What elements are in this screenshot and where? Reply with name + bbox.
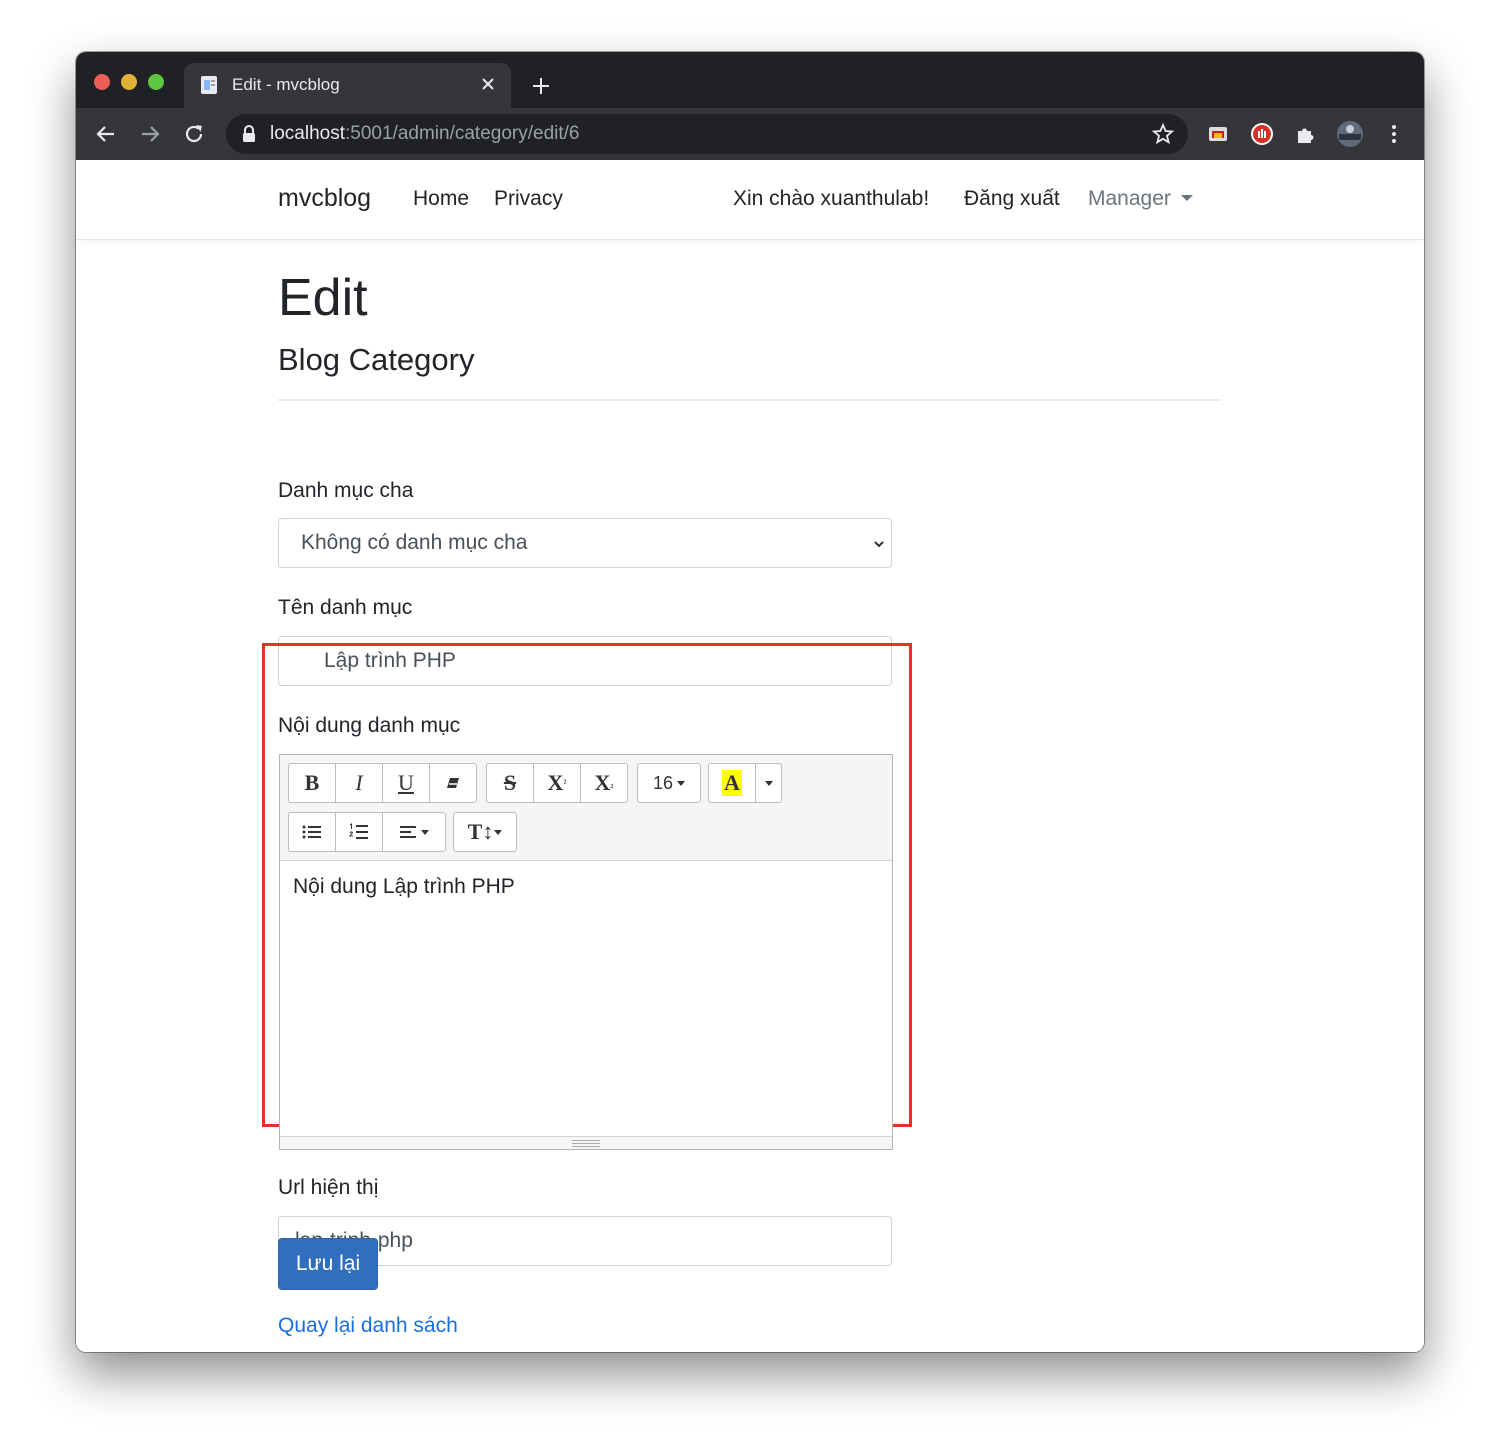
page-icon [201, 76, 217, 94]
bookmark-star-icon[interactable] [1152, 123, 1174, 145]
color-button-group: A [708, 763, 782, 803]
parent-category-select[interactable]: Không có danh mục cha [278, 518, 892, 568]
tab-title: Edit - mvcblog [232, 75, 340, 94]
page-title: Edit [278, 269, 368, 327]
bold-button[interactable]: B [288, 763, 336, 803]
chevron-down-icon [874, 541, 884, 548]
category-name-label: Tên danh mục [278, 596, 413, 619]
manager-dropdown[interactable]: Manager [1088, 187, 1193, 211]
maximize-window-button[interactable] [148, 74, 164, 90]
brand-link[interactable]: mvcblog [278, 184, 371, 213]
back-to-list-link[interactable]: Quay lại danh sách [278, 1314, 458, 1338]
caret-down-icon [677, 780, 686, 786]
reload-icon[interactable] [182, 122, 206, 146]
cast-extension-icon[interactable] [1206, 122, 1230, 146]
editor-content-area[interactable]: Nội dung Lập trình PHP [293, 875, 515, 899]
page-subtitle: Blog Category [278, 342, 475, 377]
puzzle-extensions-icon[interactable] [1294, 122, 1318, 146]
browser-toolbar: localhost:5001/admin/category/edit/6 [76, 108, 1424, 160]
caret-down-icon [764, 780, 773, 786]
italic-button[interactable]: I [335, 763, 383, 803]
kebab-menu-icon[interactable] [1382, 122, 1406, 146]
line-height-dropdown[interactable]: T↕ [453, 812, 517, 852]
unordered-list-button[interactable] [288, 812, 336, 852]
script-button-group: S X² X₂ [486, 763, 628, 803]
url-label: Url hiện thị [278, 1176, 379, 1199]
editor-toolbar: B I U S X² X₂ 16 A T↕ [280, 755, 892, 861]
save-button[interactable]: Lưu lại [278, 1238, 378, 1290]
site-navbar: mvcblog Home Privacy Xin chào xuanthulab… [76, 160, 1424, 240]
parent-category-label: Danh mục cha [278, 479, 414, 502]
back-arrow-icon[interactable] [94, 122, 118, 146]
page-content: mvcblog Home Privacy Xin chào xuanthulab… [76, 160, 1424, 1352]
forward-arrow-icon[interactable] [138, 122, 162, 146]
profile-avatar[interactable] [1336, 120, 1364, 148]
font-size-dropdown[interactable]: 16 [637, 763, 701, 803]
align-dropdown-button[interactable] [382, 812, 446, 852]
eraser-button[interactable] [429, 763, 477, 803]
divider [278, 399, 1222, 401]
category-content-label: Nội dung danh mục [278, 714, 461, 737]
minimize-window-button[interactable] [121, 74, 137, 90]
ordered-list-button[interactable] [335, 812, 383, 852]
editor-resize-handle[interactable] [280, 1136, 892, 1149]
chevron-down-icon [1180, 195, 1193, 201]
subscript-button[interactable]: X₂ [580, 763, 628, 803]
new-tab-icon[interactable] [531, 76, 551, 96]
rich-text-editor: B I U S X² X₂ 16 A T↕ Nội dung Lập trình… [279, 754, 893, 1150]
bullet-list-icon [302, 825, 321, 839]
tab-bar: Edit - mvcblog [76, 52, 1424, 108]
fontfamily-button-group: T↕ [453, 812, 517, 852]
greeting-link[interactable]: Xin chào xuanthulab! [733, 187, 929, 211]
fontsize-button-group: 16 [637, 763, 701, 803]
nav-privacy[interactable]: Privacy [494, 187, 563, 211]
nav-home[interactable]: Home [413, 187, 469, 211]
color-dropdown-button[interactable] [755, 763, 782, 803]
grip-icon [572, 1140, 600, 1147]
style-button-group: B I U [288, 763, 477, 803]
lock-icon [243, 125, 255, 142]
logout-link[interactable]: Đăng xuất [964, 187, 1060, 211]
browser-window: Edit - mvcblog localhost:5001/admin/cate… [76, 52, 1424, 1352]
adblock-icon[interactable] [1250, 122, 1274, 146]
caret-down-icon [421, 829, 429, 835]
numbered-list-icon [349, 823, 368, 839]
address-bar[interactable]: localhost:5001/admin/category/edit/6 [226, 114, 1188, 154]
close-window-button[interactable] [94, 74, 110, 90]
eraser-icon [447, 778, 459, 788]
close-tab-icon[interactable] [479, 75, 497, 93]
paragraph-button-group [288, 812, 446, 852]
underline-button[interactable]: U [382, 763, 430, 803]
text-color-button[interactable]: A [708, 763, 756, 803]
url-text: localhost:5001/admin/category/edit/6 [270, 123, 580, 144]
strikethrough-button[interactable]: S [486, 763, 534, 803]
superscript-button[interactable]: X² [533, 763, 581, 803]
browser-tab[interactable]: Edit - mvcblog [184, 63, 511, 108]
align-left-icon [400, 826, 416, 838]
caret-down-icon [494, 829, 503, 835]
